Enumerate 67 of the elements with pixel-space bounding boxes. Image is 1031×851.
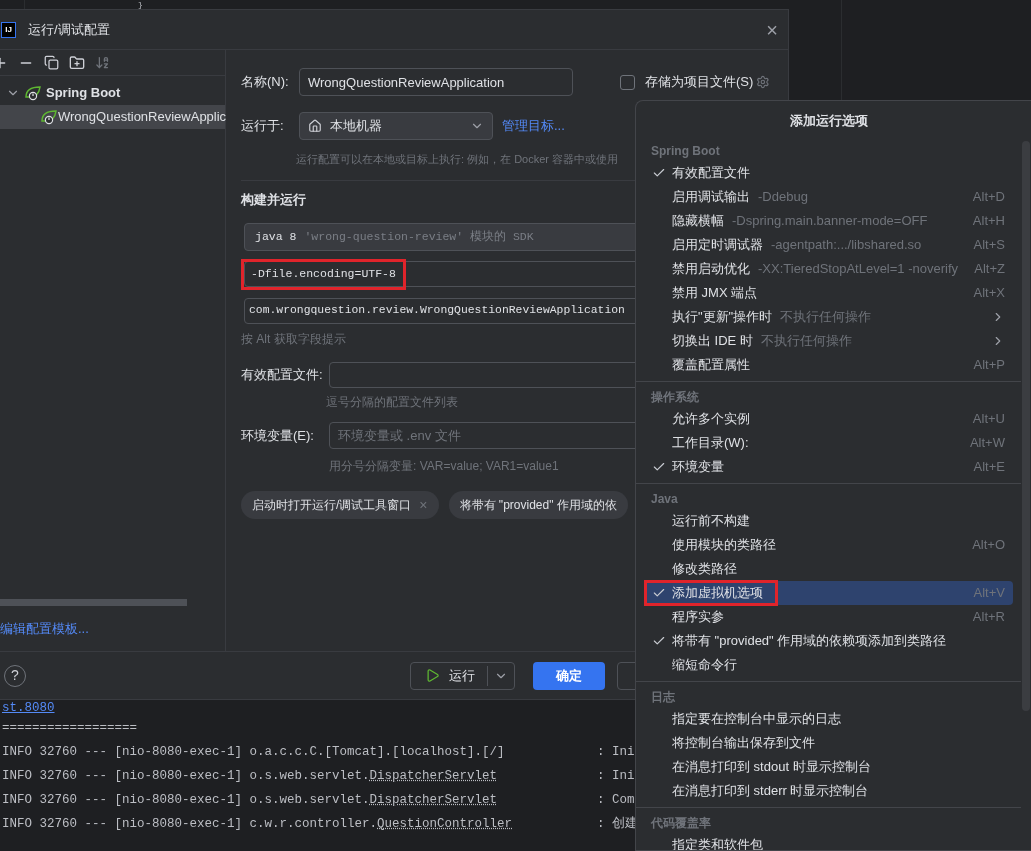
- console-line: ==================: [2, 719, 138, 737]
- hint-text: 运行配置可以在本地或目标上执行: 例如，在 Docker 容器中或使用: [296, 152, 619, 167]
- name-field[interactable]: WrongQuestionReviewApplication: [299, 68, 574, 96]
- spring-icon: [40, 109, 58, 125]
- menu-item[interactable]: 程序实参 Alt+R: [644, 605, 1013, 629]
- menu-item[interactable]: 在消息打印到 stderr 时显示控制台: [644, 779, 1013, 803]
- window-title: 运行/调试配置: [28, 20, 110, 39]
- spring-icon: [24, 85, 42, 101]
- hint-text: 按 Alt 获取字段提示: [241, 331, 346, 348]
- hint-text: 逗号分隔的配置文件列表: [326, 394, 458, 411]
- hint-text: 用分号分隔变量: VAR=value; VAR1=value1: [329, 458, 559, 475]
- section-header: Java: [651, 491, 678, 508]
- section-header: 代码覆盖率: [651, 815, 711, 832]
- menu-item[interactable]: 覆盖配置属性 Alt+P: [644, 353, 1013, 377]
- scrollbar[interactable]: [0, 599, 187, 606]
- menu-item[interactable]: 切换出 IDE 时 不执行任何操作: [644, 329, 1013, 353]
- menu-item[interactable]: 启用调试输出 -Ddebug Alt+D: [644, 185, 1013, 209]
- close-button[interactable]: ×: [766, 19, 778, 40]
- checkbox[interactable]: [620, 74, 635, 90]
- copy-icon[interactable]: [44, 55, 59, 70]
- tree-item[interactable]: Spring Boot: [0, 81, 225, 105]
- popup-title: 添加运行选项: [789, 112, 868, 131]
- edit-templates-link[interactable]: 编辑配置模板...: [0, 619, 225, 639]
- settings-icon[interactable]: [756, 75, 770, 89]
- console-link[interactable]: st.8080: [2, 700, 55, 718]
- option-chip[interactable]: 启动时打开运行/调试工具窗口 ×: [241, 491, 439, 519]
- menu-item[interactable]: 缩短命令行: [644, 653, 1013, 677]
- field-label: 名称(N):: [241, 73, 290, 92]
- menu-item[interactable]: 运行前不构建: [644, 509, 1013, 533]
- section-title: 构建并运行: [241, 191, 306, 209]
- console-message: : Ini: [597, 767, 635, 785]
- console-line: INFO 32760 --- [nio-8080-exec-1] o.a.c.c.C.[Tomcat].[localhost].[/]: [2, 743, 506, 761]
- menu-item[interactable]: 将控制台输出保存到文件: [644, 731, 1013, 755]
- target-dropdown[interactable]: 本地机器: [299, 112, 493, 140]
- console-line: INFO 32760 --- [nio-8080-exec-1] o.s.web.servlet.DispatcherServlet: [2, 767, 499, 785]
- folder-plus-icon[interactable]: [69, 54, 85, 71]
- section-header: 日志: [651, 689, 675, 706]
- home-icon: [308, 119, 322, 133]
- section-header: Spring Boot: [651, 143, 720, 160]
- manage-targets-link[interactable]: 管理目标...: [502, 116, 565, 136]
- field-label: 有效配置文件:: [241, 366, 324, 385]
- menu-item[interactable]: 修改类路径: [644, 557, 1013, 581]
- console-line: INFO 32760 --- [nio-8080-exec-1] o.s.web.servlet.DispatcherServlet: [2, 791, 499, 809]
- highlight-frame: 添加虚拟机选项: [644, 580, 778, 606]
- run-button[interactable]: 运行: [410, 661, 515, 690]
- menu-item[interactable]: 添加虚拟机选项 Alt+V: [644, 581, 1013, 605]
- ok-button[interactable]: 确定: [533, 661, 605, 690]
- tree-item[interactable]: WrongQuestionReviewApplic: [0, 105, 225, 129]
- menu-item[interactable]: 环境变量 Alt+E: [644, 455, 1013, 479]
- section-header: 操作系统: [651, 389, 699, 406]
- app-logo: IJ: [1, 21, 16, 38]
- menu-item[interactable]: 将带有 "provided" 作用域的依赖项添加到类路径: [644, 629, 1013, 653]
- option-chip[interactable]: 将带有 "provided" 作用域的依: [448, 491, 628, 519]
- menu-item[interactable]: 使用模块的类路径 Alt+O: [644, 533, 1013, 557]
- console-message: : Ini: [597, 743, 635, 761]
- menu-item[interactable]: 在消息打印到 stdout 时显示控制台: [644, 755, 1013, 779]
- play-icon: [425, 668, 440, 683]
- field-label: 环境变量(E):: [241, 426, 315, 445]
- console-message: : Com: [597, 791, 635, 809]
- sort-icon[interactable]: [95, 55, 110, 70]
- field-label: 运行于:: [241, 117, 285, 136]
- scrollbar[interactable]: [1022, 141, 1030, 711]
- checkbox-label: 存储为项目文件(S): [644, 73, 754, 92]
- console-line: INFO 32760 --- [nio-8080-exec-1] c.w.r.controller.QuestionController: [2, 815, 514, 833]
- menu-item[interactable]: 指定要在控制台中显示的日志: [644, 707, 1013, 731]
- code-text: }: [138, 0, 143, 9]
- menu-item[interactable]: 有效配置文件: [644, 161, 1013, 185]
